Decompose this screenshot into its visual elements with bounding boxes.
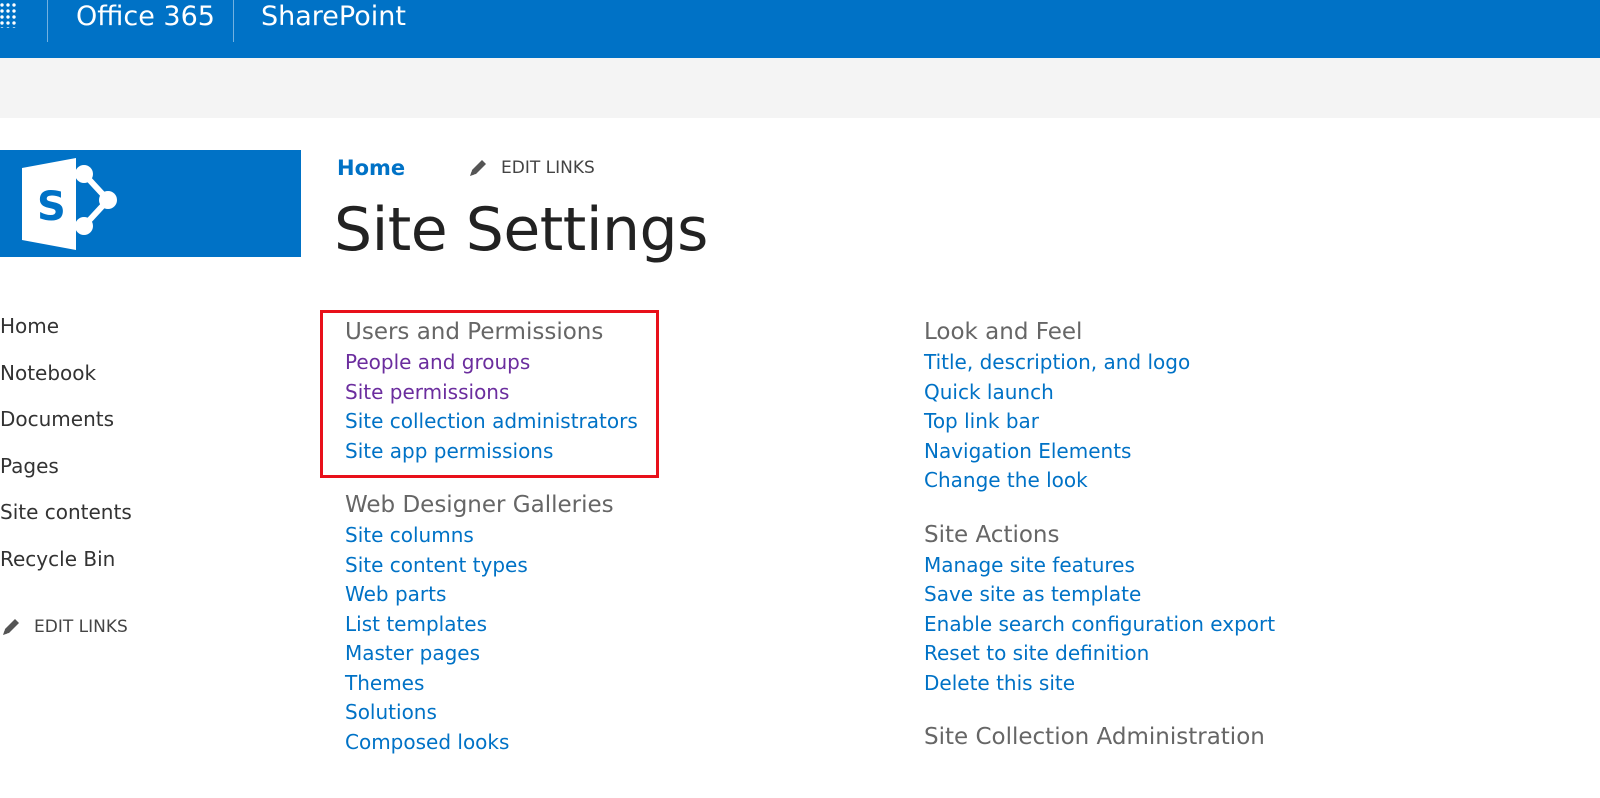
link-quick-launch[interactable]: Quick launch <box>924 378 1404 408</box>
ribbon-bar <box>0 58 1600 118</box>
link-manage-site-features[interactable]: Manage site features <box>924 551 1404 581</box>
nav-item-pages[interactable]: Pages <box>0 454 300 501</box>
link-list-templates[interactable]: List templates <box>345 610 825 640</box>
settings-group-site-actions: Site Actions Manage site features Save s… <box>924 519 1404 699</box>
breadcrumb-home-link[interactable]: Home <box>337 156 405 180</box>
settings-column-right: Look and Feel Title, description, and lo… <box>924 316 1404 776</box>
link-themes[interactable]: Themes <box>345 669 825 699</box>
link-solutions[interactable]: Solutions <box>345 698 825 728</box>
app-launcher-button[interactable] <box>0 0 48 58</box>
link-change-the-look[interactable]: Change the look <box>924 466 1404 496</box>
group-title: Site Collection Administration <box>924 724 1265 750</box>
link-save-site-as-template[interactable]: Save site as template <box>924 580 1404 610</box>
group-title: Web Designer Galleries <box>345 492 614 518</box>
link-web-parts[interactable]: Web parts <box>345 580 825 610</box>
link-title-description-logo[interactable]: Title, description, and logo <box>924 348 1404 378</box>
nav-item-recycle-bin[interactable]: Recycle Bin <box>0 547 300 594</box>
link-reset-to-site-definition[interactable]: Reset to site definition <box>924 639 1404 669</box>
sharepoint-logo-icon: S <box>22 158 117 250</box>
page-title: Site Settings <box>334 195 708 265</box>
settings-group-users-permissions: Users and Permissions People and groups … <box>345 316 825 466</box>
nav-edit-links-button[interactable]: EDIT LINKS <box>0 616 128 638</box>
settings-column-left: Users and Permissions People and groups … <box>345 316 825 780</box>
waffle-icon <box>0 2 18 28</box>
settings-group-site-collection-admin: Site Collection Administration <box>924 721 1404 753</box>
link-navigation-elements[interactable]: Navigation Elements <box>924 437 1404 467</box>
settings-group-web-designer-galleries: Web Designer Galleries Site columns Site… <box>345 489 825 757</box>
link-top-link-bar[interactable]: Top link bar <box>924 407 1404 437</box>
site-logo[interactable]: S <box>0 150 301 257</box>
edit-links-label: EDIT LINKS <box>501 158 595 178</box>
suite-divider <box>233 0 234 42</box>
suite-bar: Office 365 SharePoint <box>0 0 1600 58</box>
link-delete-this-site[interactable]: Delete this site <box>924 669 1404 699</box>
svg-text:S: S <box>37 184 66 230</box>
group-title: Site Actions <box>924 521 1060 548</box>
link-people-and-groups[interactable]: People and groups <box>345 348 825 378</box>
settings-group-look-and-feel: Look and Feel Title, description, and lo… <box>924 316 1404 496</box>
group-title: Look and Feel <box>924 319 1083 345</box>
pencil-icon <box>3 619 19 635</box>
link-site-permissions[interactable]: Site permissions <box>345 378 825 408</box>
link-site-collection-administrators[interactable]: Site collection administrators <box>345 407 825 437</box>
nav-item-notebook[interactable]: Notebook <box>0 361 300 408</box>
link-master-pages[interactable]: Master pages <box>345 639 825 669</box>
nav-item-site-contents[interactable]: Site contents <box>0 500 300 547</box>
link-site-columns[interactable]: Site columns <box>345 521 825 551</box>
suite-divider <box>47 0 48 42</box>
quick-launch: Home Notebook Documents Pages Site conte… <box>0 314 300 637</box>
nav-item-documents[interactable]: Documents <box>0 407 300 454</box>
link-enable-search-config-export[interactable]: Enable search configuration export <box>924 610 1404 640</box>
office-365-link[interactable]: Office 365 <box>76 0 215 34</box>
group-title: Users and Permissions <box>345 319 604 345</box>
link-composed-looks[interactable]: Composed looks <box>345 728 825 758</box>
link-site-content-types[interactable]: Site content types <box>345 551 825 581</box>
edit-links-button[interactable]: EDIT LINKS <box>467 157 595 179</box>
pencil-icon <box>470 160 486 176</box>
nav-item-home[interactable]: Home <box>0 314 300 361</box>
sharepoint-link[interactable]: SharePoint <box>261 0 406 34</box>
nav-edit-links-label: EDIT LINKS <box>34 617 128 637</box>
link-site-app-permissions[interactable]: Site app permissions <box>345 437 825 467</box>
